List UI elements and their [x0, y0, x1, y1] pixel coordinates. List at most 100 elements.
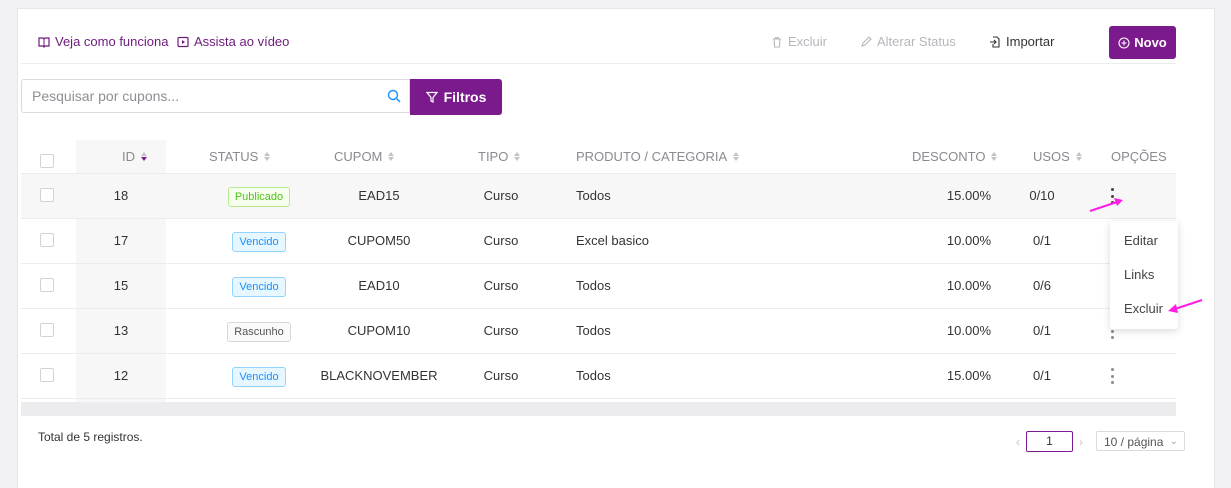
- cell-tipo: Curso: [483, 188, 519, 203]
- column-label-desconto: DESCONTO: [912, 149, 986, 164]
- alterar-status-button[interactable]: Alterar Status: [860, 34, 956, 49]
- veja-como-funciona-label: Veja como funciona: [55, 34, 169, 49]
- importar-label: Importar: [1006, 34, 1055, 49]
- plus-circle-icon: [1118, 36, 1130, 49]
- column-header-desconto[interactable]: DESCONTO: [912, 140, 998, 173]
- status-badge: Publicado: [227, 187, 291, 207]
- alterar-status-label: Alterar Status: [877, 34, 956, 49]
- page-size-select[interactable]: 10 / página ⌄: [1096, 431, 1185, 451]
- cell-desconto: 15.00%: [946, 368, 991, 383]
- cell-id: 17: [113, 233, 129, 248]
- cell-produto: Todos: [576, 368, 611, 383]
- cell-desconto: 15.00%: [946, 188, 991, 203]
- book-icon: [38, 36, 50, 48]
- total-records: Total de 5 registros.: [38, 430, 143, 444]
- cell-usos: 0/6: [1032, 278, 1052, 293]
- menu-item-editar[interactable]: Editar: [1124, 233, 1158, 248]
- table-row[interactable]: 18 EAD15 Curso Todos 15.00% 0/10 Publicado: [21, 174, 1176, 219]
- cell-desconto: 10.00%: [946, 233, 991, 248]
- column-label-status: STATUS: [209, 149, 259, 164]
- horizontal-scrollbar[interactable]: [21, 402, 1176, 416]
- current-page-input[interactable]: 1: [1026, 431, 1073, 452]
- filtros-button[interactable]: Filtros: [410, 79, 502, 115]
- table-row[interactable]: 15 EAD10 Curso Todos 10.00% 0/6 Vencido: [21, 264, 1176, 309]
- assista-ao-video-link[interactable]: Assista ao vídeo: [177, 34, 289, 49]
- cell-tipo: Curso: [483, 233, 519, 248]
- more-options-icon[interactable]: [1111, 368, 1115, 384]
- excluir-label: Excluir: [788, 34, 828, 49]
- cell-usos: 0/1: [1032, 233, 1052, 248]
- table-row[interactable]: 17 CUPOM50 Curso Excel basico 10.00% 0/1 Venci…: [21, 219, 1176, 264]
- cell-produto: Todos: [576, 278, 611, 293]
- status-badge: Vencido: [232, 232, 286, 252]
- column-header-usos[interactable]: USOS: [1033, 140, 1082, 173]
- veja-como-funciona-link[interactable]: Veja como funciona: [38, 34, 168, 49]
- chevron-down-icon: ⌄: [1169, 436, 1178, 447]
- coupons-table: ID STATUS CUPOM TIPO PRODUTO / CATEGORIA…: [21, 140, 1176, 402]
- novo-button[interactable]: Novo: [1109, 26, 1176, 59]
- sort-icon: [991, 152, 998, 161]
- cell-produto: Excel basico: [576, 233, 649, 248]
- cell-usos: 0/1: [1032, 368, 1052, 383]
- next-page-icon[interactable]: ›: [1073, 435, 1089, 449]
- search-box: [21, 79, 410, 113]
- search-icon[interactable]: [387, 89, 401, 103]
- column-label-produto: PRODUTO / CATEGORIA: [576, 149, 728, 164]
- column-header-status[interactable]: STATUS: [209, 140, 271, 173]
- annotation-arrow-icon: [1168, 299, 1203, 313]
- cell-produto: Todos: [576, 323, 611, 338]
- import-icon: [990, 35, 1000, 48]
- importar-button[interactable]: Importar: [989, 34, 1054, 49]
- select-all-checkbox[interactable]: [40, 154, 54, 168]
- sort-icon: [733, 152, 740, 161]
- excluir-button[interactable]: Excluir: [771, 34, 827, 49]
- page-size-value: 10 / página: [1104, 435, 1164, 449]
- menu-item-links[interactable]: Links: [1124, 267, 1154, 282]
- row-checkbox[interactable]: [40, 323, 54, 337]
- status-badge: Rascunho: [227, 322, 291, 342]
- cell-status: Vencido: [184, 354, 334, 398]
- column-label-id: ID: [122, 149, 135, 164]
- pencil-icon: [861, 35, 872, 47]
- sort-icon: [141, 152, 147, 161]
- cell-tipo: Curso: [483, 323, 519, 338]
- trash-icon: [773, 36, 781, 48]
- column-label-tipo: TIPO: [478, 149, 509, 164]
- cell-usos: 0/10: [1029, 188, 1055, 203]
- search-input[interactable]: [22, 80, 382, 112]
- column-label-cupom: CUPOM: [334, 149, 383, 164]
- cell-status: Publicado: [184, 174, 334, 218]
- cell-id: 15: [113, 278, 129, 293]
- status-badge: Vencido: [232, 367, 286, 387]
- assista-ao-video-label: Assista ao vídeo: [194, 34, 290, 49]
- table-header: ID STATUS CUPOM TIPO PRODUTO / CATEGORIA…: [21, 140, 1176, 174]
- row-checkbox[interactable]: [40, 278, 54, 292]
- row-checkbox[interactable]: [40, 233, 54, 247]
- filter-icon: [425, 91, 438, 103]
- column-header-produto[interactable]: PRODUTO / CATEGORIA: [576, 140, 740, 173]
- table-row[interactable]: 13 CUPOM10 Curso Todos 10.00% 0/1 Rascunho: [21, 309, 1176, 354]
- column-label-usos: USOS: [1033, 149, 1070, 164]
- table-row[interactable]: 12 BLACKNOVEMBER Curso Todos 15.00% 0/1 Vencid…: [21, 354, 1176, 399]
- cell-desconto: 10.00%: [946, 323, 991, 338]
- column-header-cupom[interactable]: CUPOM: [334, 140, 395, 173]
- row-checkbox[interactable]: [40, 368, 54, 382]
- prev-page-icon[interactable]: ‹: [1010, 435, 1026, 449]
- video-icon: [177, 36, 189, 47]
- cell-status: Vencido: [184, 264, 334, 308]
- toolbar: Veja como funciona Assista ao vídeo Excl…: [21, 26, 1176, 64]
- cell-tipo: Curso: [483, 368, 519, 383]
- cell-desconto: 10.00%: [946, 278, 991, 293]
- sort-icon: [388, 152, 395, 161]
- filtros-label: Filtros: [443, 89, 487, 105]
- status-badge: Vencido: [232, 277, 286, 297]
- cell-produto: Todos: [576, 188, 611, 203]
- column-header-tipo[interactable]: TIPO: [478, 140, 521, 173]
- cell-status: Vencido: [184, 219, 334, 263]
- sort-icon: [264, 152, 271, 161]
- column-label-opcoes: OPÇÕES: [1111, 149, 1167, 164]
- row-checkbox[interactable]: [40, 188, 54, 202]
- cell-id: 12: [113, 368, 129, 383]
- menu-item-excluir[interactable]: Excluir: [1124, 301, 1163, 316]
- column-header-id[interactable]: ID: [122, 140, 147, 173]
